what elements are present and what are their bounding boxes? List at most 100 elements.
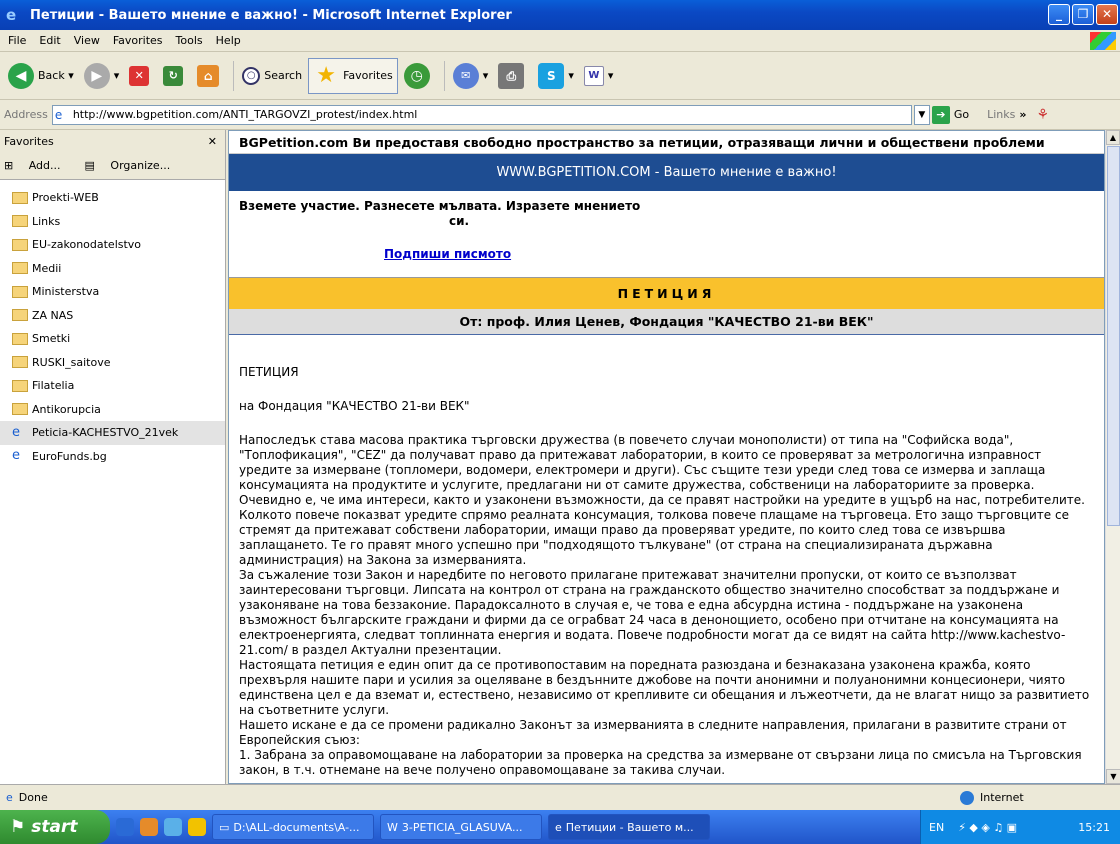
menu-favorites[interactable]: Favorites — [113, 34, 163, 47]
refresh-button[interactable]: ↻ — [159, 58, 191, 94]
address-input[interactable] — [51, 104, 912, 125]
organize-favorites-button[interactable]: ▤ Organize... — [85, 159, 183, 172]
favorites-button[interactable]: ★ Favorites — [308, 57, 398, 94]
task-explorer-folder[interactable]: ▭ D:\ALL-documents\A-... — [212, 814, 374, 840]
toolbar: ◀ Back ▾ ▶ ▾ ✕ ↻ ⌂ ○ Search ★ Favorites ◷ ✉ ▾… — [0, 52, 1120, 100]
mail-icon: ✉ — [452, 62, 479, 89]
menu-file[interactable]: File — [8, 34, 26, 47]
favorite-item[interactable]: e EuroFunds.bg — [0, 445, 225, 469]
messenger-button[interactable]: S ▾ — [534, 58, 578, 94]
print-icon: ⎙ — [498, 62, 525, 89]
organize-icon: ▤ — [84, 159, 95, 172]
forward-button[interactable]: ▶ ▾ — [80, 58, 124, 94]
links-button[interactable]: Links — [987, 108, 1015, 121]
close-button[interactable]: ✕ — [1096, 4, 1118, 25]
petition-header: ПЕТИЦИЯ — [229, 277, 1104, 309]
refresh-icon: ↻ — [163, 65, 184, 86]
star-icon: ★ — [316, 62, 336, 88]
start-label: start — [31, 817, 78, 837]
favorite-item[interactable]: Ministerstva — [0, 280, 225, 304]
forward-arrow-icon: ▶ — [83, 62, 110, 89]
word-button[interactable]: W ▾ — [580, 58, 618, 94]
ie-quicklaunch-icon[interactable] — [116, 818, 134, 836]
ie-task-icon: e — [555, 820, 562, 834]
print-button[interactable]: ⎙ — [494, 58, 532, 94]
globe-icon — [960, 790, 974, 805]
folder-icon — [12, 262, 28, 275]
body-subtitle: на Фондация "КАЧЕСТВО 21-ви ВЕК" — [239, 399, 470, 413]
taskbar: ⚑ start ▭ D:\ALL-documents\A-... W 3-PETICI… — [0, 810, 1120, 844]
word-icon: W — [583, 65, 604, 86]
maximize-button[interactable]: ❐ — [1072, 4, 1094, 25]
media-quicklaunch-icon[interactable] — [188, 818, 206, 836]
scroll-down-icon[interactable]: ▼ — [1106, 769, 1120, 784]
go-button[interactable]: ➔ Go — [931, 105, 969, 124]
menu-edit[interactable]: Edit — [39, 34, 60, 47]
word-doc-icon: W — [387, 820, 398, 834]
task-internet-explorer[interactable]: e Петиции - Вашето м... — [548, 814, 710, 840]
favorite-item[interactable]: Links — [0, 210, 225, 234]
toolbar-separator — [443, 60, 445, 91]
favorites-label: Favorites — [343, 69, 393, 82]
petition-body: ПЕТИЦИЯ на Фондация "КАЧЕСТВО 21-ви ВЕК"… — [229, 365, 1104, 778]
address-bar: Address e ▼ ➔Go Links » ⚘ — [0, 100, 1120, 130]
add-label: Add... — [28, 159, 61, 172]
favorite-item[interactable]: Proekti-WEB — [0, 186, 225, 210]
back-label: Back — [38, 69, 65, 82]
body-text: Напоследък става масова практика търговс… — [239, 433, 1090, 777]
folder-icon — [12, 332, 28, 345]
address-dropdown-icon[interactable]: ▼ — [913, 104, 930, 125]
tray-icons[interactable]: ⚡ ◆ ◈ ♫ ▣ — [958, 821, 1017, 834]
favorite-item[interactable]: Medii — [0, 257, 225, 281]
close-favorites-icon[interactable]: ✕ — [208, 135, 217, 148]
ie-page-icon: e — [12, 448, 20, 464]
go-arrow-icon: ➔ — [931, 105, 950, 124]
favorite-item[interactable]: Filatelia — [0, 374, 225, 398]
favorite-item[interactable]: Antikorupcia — [0, 398, 225, 422]
favorite-label: EU-zakonodatelstvo — [32, 238, 142, 252]
scroll-thumb[interactable] — [1107, 146, 1120, 526]
home-icon: ⌂ — [197, 64, 220, 87]
add-favorite-button[interactable]: ⊞ Add... — [4, 159, 73, 172]
home-button[interactable]: ⌂ — [193, 58, 227, 94]
folder-icon — [12, 215, 28, 228]
task-label: D:\ALL-documents\A-... — [233, 820, 360, 834]
favorite-item[interactable]: e Peticia-KACHESTVO_21vek — [0, 421, 225, 445]
system-tray: EN ⚡ ◆ ◈ ♫ ▣ 15:21 — [920, 810, 1120, 844]
windows-flag-icon: ⚑ — [10, 817, 26, 837]
scroll-up-icon[interactable]: ▲ — [1106, 130, 1120, 145]
desktop-quicklaunch-icon[interactable] — [164, 818, 182, 836]
favorite-label: Peticia-KACHESTVO_21vek — [32, 426, 179, 440]
favorite-label: RUSKI_saitove — [32, 355, 111, 369]
folder-icon — [12, 191, 28, 204]
language-indicator[interactable]: EN — [929, 821, 944, 834]
sign-letter-link[interactable]: Подпиши писмото — [384, 247, 1104, 261]
search-button[interactable]: ○ Search — [238, 58, 306, 94]
security-zone: Internet — [960, 790, 1024, 805]
links-chevron-icon[interactable]: » — [1019, 108, 1026, 121]
favorite-label: Antikorupcia — [32, 402, 101, 416]
back-arrow-icon: ◀ — [8, 62, 34, 89]
mail-button[interactable]: ✉ ▾ — [449, 58, 493, 94]
favorite-item[interactable]: RUSKI_saitove — [0, 351, 225, 375]
vertical-scrollbar[interactable]: ▲ ▼ — [1105, 130, 1120, 784]
minimize-button[interactable]: _ — [1048, 4, 1070, 25]
history-button[interactable]: ◷ — [400, 58, 438, 94]
petition-author: От: проф. Илия Ценев, Фондация "КАЧЕСТВО… — [229, 309, 1104, 335]
back-button[interactable]: ◀ Back ▾ — [4, 58, 78, 94]
start-button[interactable]: ⚑ start — [0, 810, 110, 844]
task-word-document[interactable]: W 3-PETICIA_GLASUVA... — [380, 814, 542, 840]
outlook-quicklaunch-icon[interactable] — [140, 818, 158, 836]
menu-help[interactable]: Help — [216, 34, 241, 47]
acrobat-icon[interactable]: ⚘ — [1036, 107, 1049, 123]
menu-tools[interactable]: Tools — [176, 34, 203, 47]
page-intro: BGPetition.com Ви предоставя свободно пр… — [239, 135, 1045, 150]
menu-view[interactable]: View — [74, 34, 100, 47]
stop-button[interactable]: ✕ — [125, 58, 157, 94]
favorite-item[interactable]: EU-zakonodatelstvo — [0, 233, 225, 257]
favorite-item[interactable]: Smetki — [0, 327, 225, 351]
favorite-item[interactable]: ZA NAS — [0, 304, 225, 328]
favorite-label: Links — [32, 214, 61, 228]
menu-bar: File Edit View Favorites Tools Help — [0, 30, 1120, 52]
toolbar-separator — [233, 60, 235, 91]
